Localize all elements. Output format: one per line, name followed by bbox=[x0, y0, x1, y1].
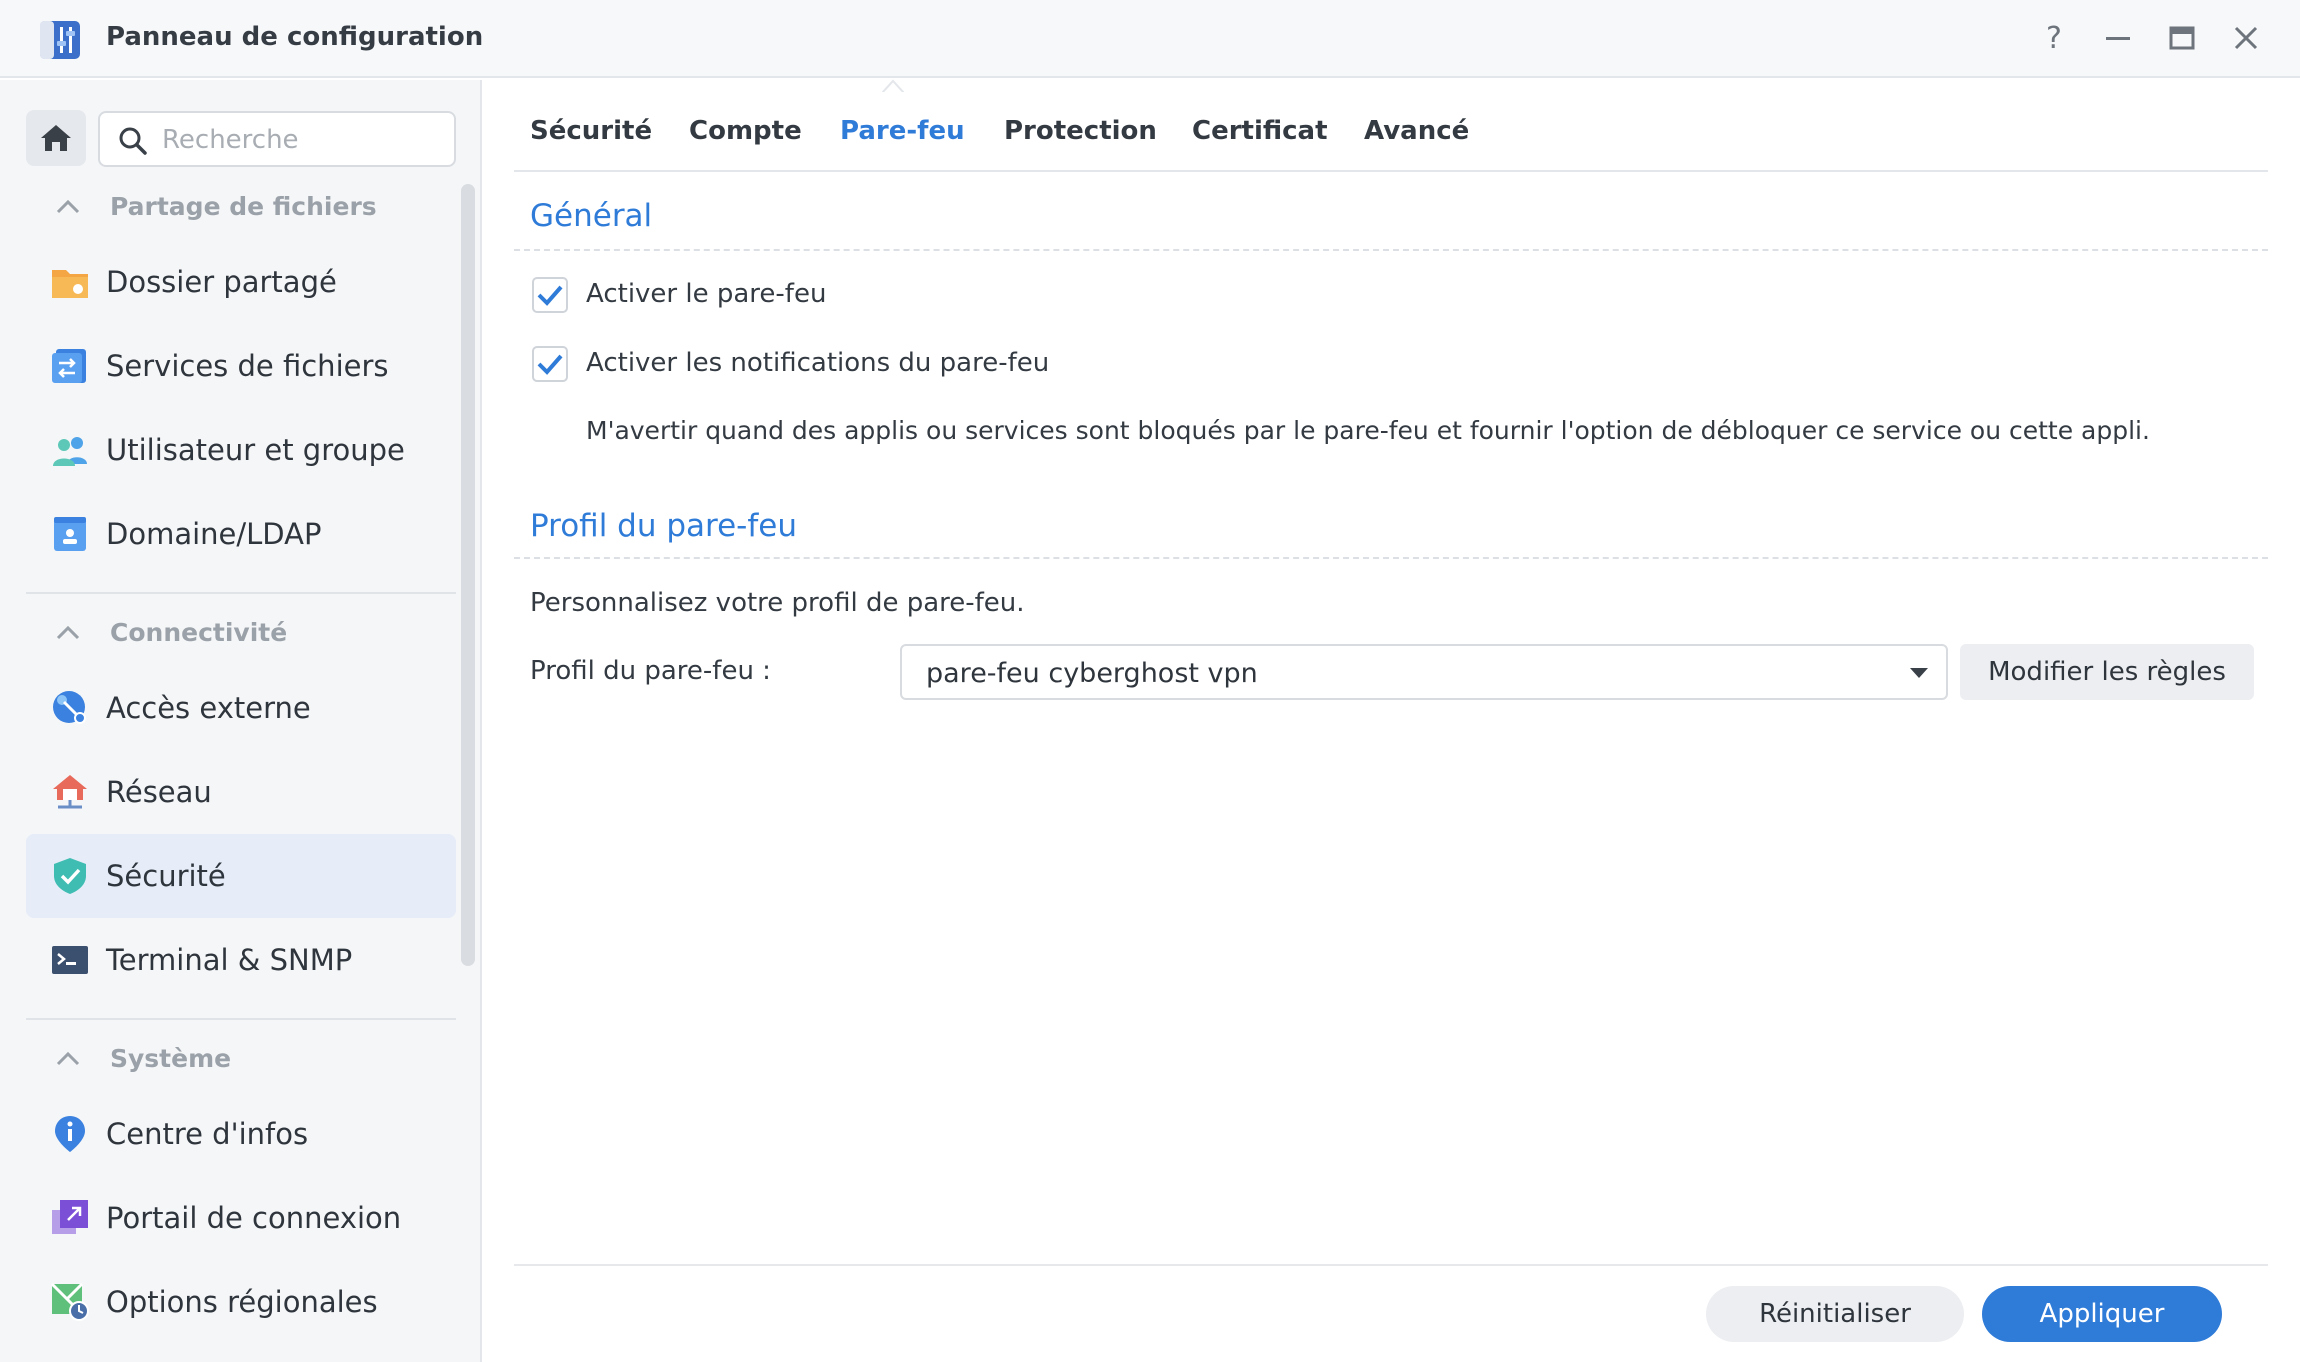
tab-firewall[interactable]: Pare-feu bbox=[840, 116, 965, 146]
section-title-general: Général bbox=[530, 198, 653, 234]
users-icon bbox=[53, 437, 87, 466]
search-input[interactable] bbox=[162, 121, 442, 159]
search-icon bbox=[119, 127, 147, 155]
network-icon bbox=[53, 775, 87, 809]
sidebar-item-security[interactable]: Sécurité bbox=[26, 834, 456, 918]
group-header-system[interactable]: Système bbox=[56, 1038, 231, 1078]
tab-advanced[interactable]: Avancé bbox=[1364, 116, 1469, 146]
tab-bar: Sécurité Compte Pare-feu Protection Cert… bbox=[514, 80, 2268, 172]
sidebar-divider bbox=[26, 592, 456, 594]
group-label: Partage de fichiers bbox=[110, 191, 377, 221]
sidebar-item-external-access[interactable]: Accès externe bbox=[26, 666, 456, 750]
checkmark-icon bbox=[537, 285, 563, 306]
enable-notifications-checkbox[interactable] bbox=[532, 346, 568, 382]
search-box[interactable] bbox=[98, 111, 456, 167]
sidebar-item-terminal-snmp[interactable]: Terminal & SNMP bbox=[26, 918, 456, 1002]
file-services-icon bbox=[52, 349, 86, 383]
login-portal-icon bbox=[52, 1200, 88, 1234]
title-bar: Panneau de configuration ? bbox=[0, 0, 2300, 78]
group-header-file-sharing[interactable]: Partage de fichiers bbox=[56, 186, 377, 226]
enable-notifications-label[interactable]: Activer les notifications du pare-feu bbox=[586, 348, 1049, 378]
group-header-connectivity[interactable]: Connectivité bbox=[56, 612, 287, 652]
notification-description: M'avertir quand des applis ou services s… bbox=[586, 416, 2150, 445]
sidebar-item-label: Options régionales bbox=[106, 1285, 378, 1319]
sidebar-item-label: Sécurité bbox=[106, 859, 226, 893]
sidebar-item-label: Centre d'infos bbox=[106, 1117, 309, 1151]
regional-options-icon bbox=[50, 1282, 89, 1321]
section-divider bbox=[514, 557, 2268, 559]
firewall-profile-select[interactable]: pare-feu cyberghost vpn bbox=[900, 644, 1948, 700]
sidebar-item-label: Dossier partagé bbox=[106, 265, 337, 299]
domain-icon bbox=[54, 517, 86, 551]
maximize-icon bbox=[2169, 26, 2195, 50]
tab-protection[interactable]: Protection bbox=[1004, 116, 1157, 146]
caret-down-icon bbox=[1910, 668, 1928, 678]
sidebar-item-label: Terminal & SNMP bbox=[106, 943, 353, 977]
minimize-icon bbox=[2106, 37, 2130, 40]
home-button[interactable] bbox=[26, 110, 86, 166]
sidebar-scrollbar[interactable] bbox=[461, 184, 475, 966]
sidebar-divider bbox=[26, 1018, 456, 1020]
external-access-icon bbox=[53, 691, 86, 724]
sidebar-item-label: Utilisateur et groupe bbox=[106, 433, 405, 467]
tab-certificate[interactable]: Certificat bbox=[1192, 116, 1328, 146]
sidebar-item-regional-options[interactable]: Options régionales bbox=[26, 1260, 456, 1344]
sidebar-item-info-center[interactable]: Centre d'infos bbox=[26, 1092, 456, 1176]
edit-rules-button[interactable]: Modifier les règles bbox=[1960, 644, 2254, 700]
sidebar-item-label: Accès externe bbox=[106, 691, 311, 725]
close-button[interactable] bbox=[2226, 18, 2266, 58]
folder-icon bbox=[52, 270, 88, 298]
sidebar-item-label: Réseau bbox=[106, 775, 212, 809]
apply-button[interactable]: Appliquer bbox=[1982, 1286, 2222, 1342]
enable-firewall-label[interactable]: Activer le pare-feu bbox=[586, 279, 826, 309]
sidebar: Partage de fichiers Dossier partagé Serv… bbox=[0, 80, 482, 1362]
sidebar-item-user-group[interactable]: Utilisateur et groupe bbox=[26, 408, 456, 492]
chevron-up-icon bbox=[56, 199, 80, 214]
maximize-button[interactable] bbox=[2162, 18, 2202, 58]
checkmark-icon bbox=[537, 354, 563, 375]
profile-field-label: Profil du pare-feu : bbox=[530, 656, 771, 686]
window-title: Panneau de configuration bbox=[106, 22, 484, 52]
sidebar-item-network[interactable]: Réseau bbox=[26, 750, 456, 834]
sidebar-item-label: Domaine/LDAP bbox=[106, 517, 322, 551]
profile-description: Personnalisez votre profil de pare-feu. bbox=[530, 588, 1025, 618]
minimize-button[interactable] bbox=[2098, 18, 2138, 58]
sidebar-item-shared-folder[interactable]: Dossier partagé bbox=[26, 240, 456, 324]
active-tab-indicator bbox=[882, 79, 904, 94]
tab-account[interactable]: Compte bbox=[689, 116, 802, 146]
help-button[interactable]: ? bbox=[2034, 18, 2074, 58]
sidebar-item-label: Services de fichiers bbox=[106, 349, 389, 383]
select-value: pare-feu cyberghost vpn bbox=[926, 658, 1258, 689]
sidebar-item-file-services[interactable]: Services de fichiers bbox=[26, 324, 456, 408]
section-title-firewall-profile: Profil du pare-feu bbox=[530, 508, 797, 544]
section-divider bbox=[514, 249, 2268, 251]
home-icon bbox=[41, 125, 71, 151]
sidebar-item-domain-ldap[interactable]: Domaine/LDAP bbox=[26, 492, 456, 576]
group-label: Connectivité bbox=[110, 617, 288, 647]
chevron-up-icon bbox=[56, 625, 80, 640]
terminal-icon bbox=[52, 946, 88, 974]
info-icon bbox=[55, 1116, 85, 1152]
sidebar-item-label: Portail de connexion bbox=[106, 1201, 402, 1235]
close-icon bbox=[2234, 26, 2258, 50]
chevron-up-icon bbox=[56, 1051, 80, 1066]
sidebar-item-login-portal[interactable]: Portail de connexion bbox=[26, 1176, 456, 1260]
control-panel-icon bbox=[40, 21, 80, 59]
shield-icon bbox=[54, 858, 86, 894]
tab-security[interactable]: Sécurité bbox=[530, 116, 652, 146]
footer-divider bbox=[514, 1264, 2268, 1266]
enable-firewall-checkbox[interactable] bbox=[532, 277, 568, 313]
reset-button[interactable]: Réinitialiser bbox=[1706, 1286, 1964, 1342]
group-label: Système bbox=[110, 1043, 232, 1073]
